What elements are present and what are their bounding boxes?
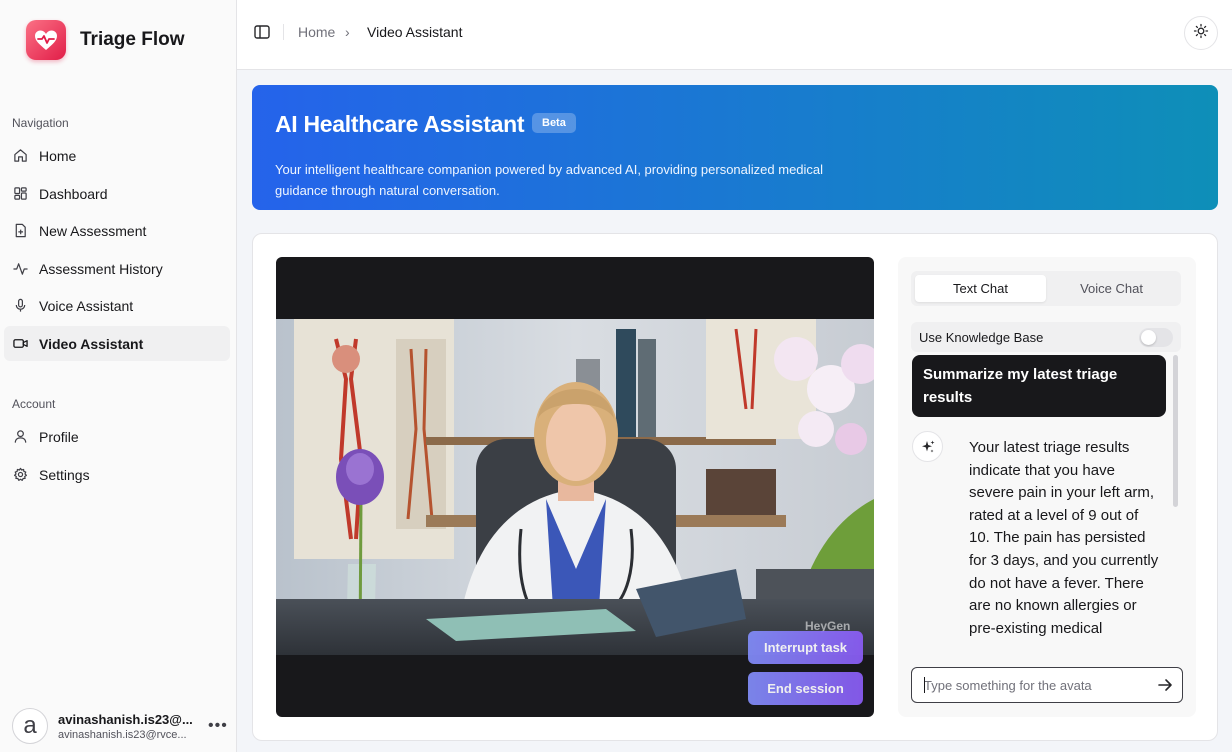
end-session-button[interactable]: End session bbox=[748, 672, 863, 705]
knowledge-base-label: Use Knowledge Base bbox=[919, 329, 1044, 345]
user-email: avinashanish.is23@rvce... bbox=[58, 728, 187, 741]
sidebar-item-label: Dashboard bbox=[39, 185, 108, 202]
tab-voice-chat[interactable]: Voice Chat bbox=[1046, 275, 1177, 302]
sun-icon bbox=[1193, 23, 1209, 44]
chevron-right-icon: › bbox=[345, 24, 350, 40]
tab-text-chat[interactable]: Text Chat bbox=[915, 275, 1046, 302]
avatar-video: HeyGen Interrupt task End session bbox=[276, 257, 874, 717]
breadcrumb-current: Video Assistant bbox=[367, 24, 463, 40]
top-header: Home › Video Assistant bbox=[237, 0, 1232, 70]
sidebar-item-label: Assessment History bbox=[39, 260, 163, 277]
sidebar-item-label: Profile bbox=[39, 428, 79, 445]
home-icon bbox=[12, 148, 28, 164]
microphone-icon bbox=[12, 298, 28, 314]
gear-icon bbox=[12, 467, 28, 483]
user-name: avinashanish.is23@... bbox=[58, 711, 193, 727]
sidebar-item-label: Home bbox=[39, 147, 77, 164]
sidebar-item-label: Voice Assistant bbox=[39, 297, 134, 314]
hero-banner: AI Healthcare Assistant Beta Your intell… bbox=[252, 85, 1218, 210]
sidebar-item-video-assistant[interactable]: Video Assistant bbox=[4, 326, 230, 361]
chat-panel: Text Chat Voice Chat Use Knowledge Base … bbox=[898, 257, 1196, 717]
knowledge-base-row: Use Knowledge Base bbox=[911, 322, 1181, 352]
send-arrow-icon[interactable] bbox=[1148, 668, 1182, 702]
account-section-label: Account bbox=[12, 397, 56, 411]
dashboard-icon bbox=[12, 186, 28, 202]
app-name: Triage Flow bbox=[80, 29, 185, 50]
video-icon bbox=[12, 336, 28, 352]
sidebar-item-voice-assistant[interactable]: Voice Assistant bbox=[4, 288, 230, 323]
interrupt-task-button[interactable]: Interrupt task bbox=[748, 631, 863, 664]
sidebar-item-assessment-history[interactable]: Assessment History bbox=[4, 251, 230, 286]
sidebar-item-label: Settings bbox=[39, 466, 90, 483]
sidebar-item-new-assessment[interactable]: New Assessment bbox=[4, 213, 230, 248]
sparkles-icon bbox=[912, 431, 943, 462]
assistant-message: Your latest triage results indicate that… bbox=[969, 439, 1159, 637]
file-plus-icon bbox=[12, 223, 28, 239]
user-icon bbox=[12, 429, 28, 445]
sidebar-item-profile[interactable]: Profile bbox=[4, 419, 230, 454]
chat-input-box bbox=[911, 667, 1183, 703]
sidebar-item-settings[interactable]: Settings bbox=[4, 457, 230, 492]
heart-pulse-logo-icon bbox=[26, 20, 66, 60]
chat-messages: Summarize my latest triage results Your … bbox=[911, 355, 1183, 653]
sidebar: Triage Flow Navigation Home Dashboard Ne… bbox=[0, 0, 237, 752]
page-title: AI Healthcare Assistant bbox=[275, 111, 525, 137]
knowledge-base-toggle[interactable] bbox=[1139, 327, 1173, 347]
sidebar-item-home[interactable]: Home bbox=[4, 138, 230, 173]
text-caret bbox=[924, 677, 925, 693]
more-horizontal-icon[interactable]: ••• bbox=[208, 717, 228, 735]
brand[interactable]: Triage Flow bbox=[26, 20, 185, 60]
header-divider bbox=[283, 24, 284, 40]
breadcrumb-home[interactable]: Home bbox=[298, 24, 335, 40]
activity-icon bbox=[12, 261, 28, 277]
sidebar-item-label: Video Assistant bbox=[39, 335, 144, 352]
avatar: a bbox=[12, 708, 48, 744]
hero-description: Your intelligent healthcare companion po… bbox=[275, 162, 824, 198]
nav-section-label: Navigation bbox=[12, 116, 69, 130]
main-content: AI Healthcare Assistant Beta Your intell… bbox=[237, 70, 1232, 752]
sidebar-item-dashboard[interactable]: Dashboard bbox=[4, 176, 230, 211]
user-menu[interactable]: a avinashanish.is23@... avinashanish.is2… bbox=[12, 706, 228, 746]
sidebar-toggle-icon[interactable] bbox=[253, 23, 271, 41]
assistant-card: HeyGen Interrupt task End session Text C… bbox=[252, 233, 1218, 741]
chat-mode-tabs: Text Chat Voice Chat bbox=[911, 271, 1181, 306]
user-message: Summarize my latest triage results bbox=[912, 355, 1166, 417]
theme-toggle-button[interactable] bbox=[1184, 16, 1218, 50]
beta-badge: Beta bbox=[532, 113, 576, 133]
chat-scrollbar[interactable] bbox=[1173, 355, 1178, 507]
doctor-avatar-video-frame bbox=[276, 319, 874, 655]
chat-input[interactable] bbox=[912, 668, 1148, 702]
sidebar-item-label: New Assessment bbox=[39, 222, 147, 239]
